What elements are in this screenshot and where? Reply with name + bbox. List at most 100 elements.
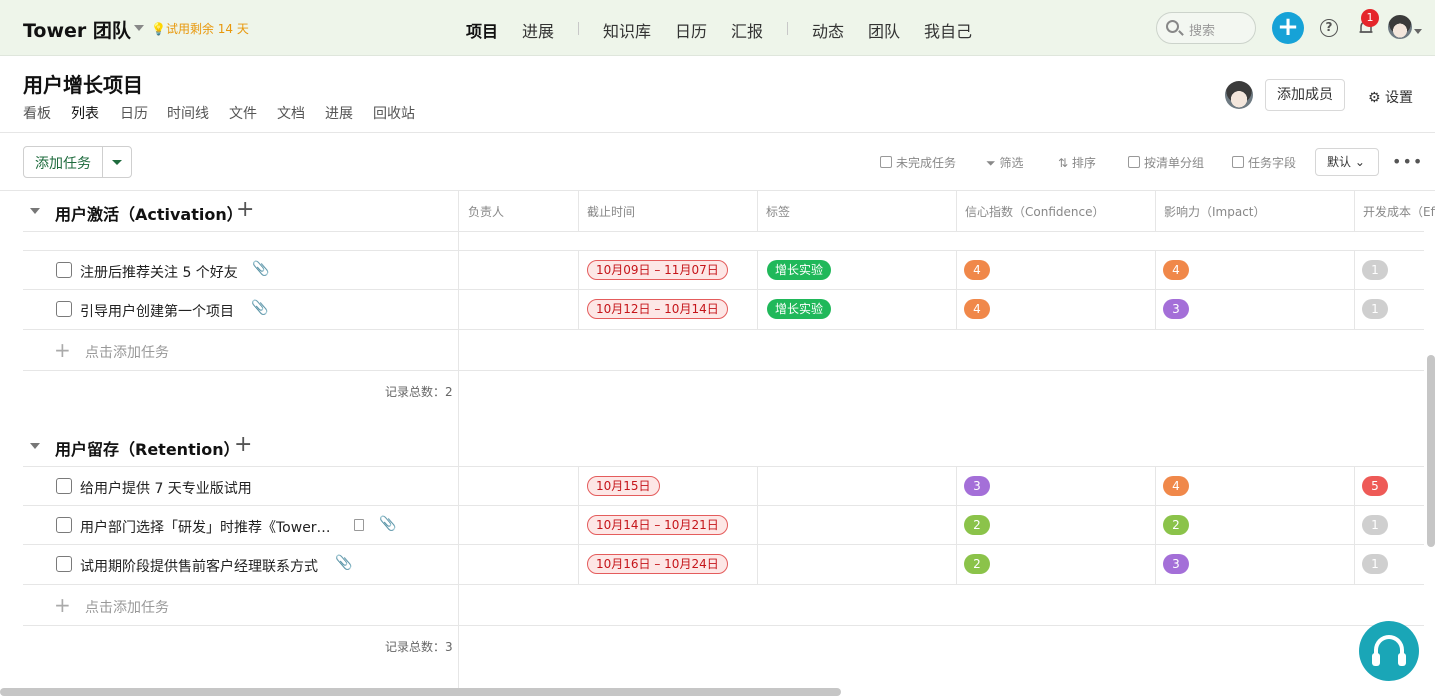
group-by-list-button[interactable]: 按清单分组 [1128, 154, 1204, 171]
sort-button[interactable]: ⇅ 排序 [1058, 154, 1096, 171]
tab-timeline[interactable]: 时间线 [167, 103, 209, 123]
tab-trash[interactable]: 回收站 [373, 103, 415, 123]
task-checkbox[interactable] [56, 556, 72, 572]
view-default-dropdown[interactable]: 默认 ⌄ [1315, 148, 1379, 176]
task-name[interactable]: 给用户提供 7 天专业版试用 [80, 478, 252, 498]
search-box[interactable]: 搜索 [1156, 12, 1256, 44]
settings-label: 设置 [1385, 90, 1414, 106]
nav-calendar[interactable]: 日历 [675, 18, 707, 42]
task-checkbox[interactable] [56, 478, 72, 494]
group-title-activation[interactable]: 用户激活（Activation） [55, 201, 243, 225]
nav-projects[interactable]: 项目 [466, 18, 498, 42]
add-task-split-button[interactable]: 添加任务 [23, 146, 132, 178]
add-task-plus-icon[interactable]: + [54, 595, 71, 615]
column-divider [1155, 466, 1156, 585]
quick-create-button[interactable]: + [1272, 12, 1304, 44]
impact-score[interactable]: 2 [1163, 515, 1189, 535]
customer-support-button[interactable] [1359, 621, 1419, 681]
attachment-icon: 📎 [379, 516, 397, 532]
tab-board[interactable]: 看板 [23, 103, 51, 123]
user-avatar[interactable] [1388, 15, 1412, 39]
task-name[interactable]: 引导用户创建第一个项目 [80, 301, 234, 321]
trial-remaining-badge[interactable]: 💡试用剩余 14 天 [151, 20, 249, 37]
tag-pill[interactable]: 增长实验 [767, 260, 832, 280]
task-name[interactable]: 试用期阶段提供售前客户经理联系方式 [80, 556, 318, 576]
confidence-score[interactable]: 4 [964, 299, 990, 319]
add-task-dropdown-icon[interactable] [112, 160, 122, 165]
column-header-effort[interactable]: 开发成本（Eff [1363, 203, 1435, 220]
impact-score[interactable]: 3 [1163, 299, 1189, 319]
confidence-score[interactable]: 3 [964, 476, 990, 496]
due-date-pill[interactable]: 10月12日 – 10月14日 [587, 299, 728, 319]
add-task-to-group-icon[interactable]: + [236, 199, 254, 221]
tag-pill[interactable]: 增长实验 [767, 299, 832, 319]
tab-calendar[interactable]: 日历 [120, 103, 148, 123]
due-date-pill[interactable]: 10月16日 – 10月24日 [587, 554, 728, 574]
effort-score[interactable]: 1 [1362, 554, 1388, 574]
task-fields-button[interactable]: 任务字段 [1232, 154, 1296, 171]
member-avatar[interactable] [1225, 81, 1253, 109]
effort-score[interactable]: 1 [1362, 260, 1388, 280]
nav-team[interactable]: 团队 [868, 18, 900, 42]
add-task-row[interactable]: 点击添加任务 [85, 597, 169, 617]
split-divider [102, 147, 103, 177]
task-checkbox[interactable] [56, 262, 72, 278]
project-settings-button[interactable]: ⚙ 设置 [1368, 87, 1413, 107]
group-title-retention[interactable]: 用户留存（Retention） [55, 436, 240, 460]
task-checkbox[interactable] [56, 301, 72, 317]
column-header-due-date[interactable]: 截止时间 [587, 203, 635, 220]
impact-score[interactable]: 3 [1163, 554, 1189, 574]
add-task-plus-icon[interactable]: + [54, 340, 71, 360]
vertical-scrollbar[interactable] [1427, 355, 1435, 547]
impact-score[interactable]: 4 [1163, 260, 1189, 280]
impact-score[interactable]: 4 [1163, 476, 1189, 496]
row-divider [23, 250, 1424, 251]
more-options-icon[interactable]: ••• [1392, 152, 1423, 171]
column-divider [458, 190, 459, 688]
nav-knowledge-base[interactable]: 知识库 [603, 18, 651, 42]
task-name[interactable]: 注册后推荐关注 5 个好友 [80, 262, 238, 282]
task-name[interactable]: 用户部门选择「研发」时推荐《Tower… [80, 517, 332, 537]
nav-progress[interactable]: 进展 [522, 18, 554, 42]
column-header-confidence[interactable]: 信心指数（Confidence） [965, 203, 1104, 220]
effort-score[interactable]: 1 [1362, 299, 1388, 319]
effort-score[interactable]: 1 [1362, 515, 1388, 535]
tab-list[interactable]: 列表 [71, 103, 99, 123]
team-name[interactable]: Tower 团队 [23, 16, 131, 43]
filter-button[interactable]: ⏷ 筛选 [986, 154, 1023, 171]
confidence-score[interactable]: 2 [964, 515, 990, 535]
add-task-button[interactable]: 添加任务 [35, 153, 91, 173]
nav-activity[interactable]: 动态 [812, 18, 844, 42]
group-icon [1128, 156, 1140, 168]
add-member-button[interactable]: 添加成员 [1265, 79, 1345, 111]
search-icon [1166, 20, 1179, 33]
effort-score[interactable]: 5 [1362, 476, 1388, 496]
due-date-pill[interactable]: 10月09日 – 11月07日 [587, 260, 728, 280]
toolbar-divider [0, 190, 1435, 191]
tab-progress[interactable]: 进展 [325, 103, 353, 123]
collapse-group-icon[interactable] [30, 208, 40, 214]
confidence-score[interactable]: 4 [964, 260, 990, 280]
add-task-row[interactable]: 点击添加任务 [85, 342, 169, 362]
collapse-group-icon[interactable] [30, 443, 40, 449]
incomplete-tasks-toggle[interactable]: 未完成任务 [880, 154, 956, 171]
column-header-tags[interactable]: 标签 [766, 203, 790, 220]
nav-reports[interactable]: 汇报 [731, 18, 763, 42]
column-header-impact[interactable]: 影响力（Impact） [1164, 203, 1266, 220]
checkbox-icon [880, 156, 892, 168]
tab-files[interactable]: 文件 [229, 103, 257, 123]
view-default-label: 默认 [1327, 155, 1352, 169]
due-date-pill[interactable]: 10月14日 – 10月21日 [587, 515, 728, 535]
task-checkbox[interactable] [56, 517, 72, 533]
due-date-pill[interactable]: 10月15日 [587, 476, 660, 496]
user-menu-caret-icon[interactable] [1414, 29, 1422, 34]
team-switch-caret-icon[interactable] [134, 25, 144, 31]
nav-divider [578, 22, 579, 35]
horizontal-scrollbar[interactable] [0, 688, 841, 696]
column-header-assignee[interactable]: 负责人 [468, 203, 504, 220]
add-task-to-group-icon[interactable]: + [234, 434, 252, 456]
help-icon[interactable]: ? [1320, 19, 1338, 37]
tab-docs[interactable]: 文档 [277, 103, 305, 123]
nav-me[interactable]: 我自己 [924, 18, 972, 42]
confidence-score[interactable]: 2 [964, 554, 990, 574]
